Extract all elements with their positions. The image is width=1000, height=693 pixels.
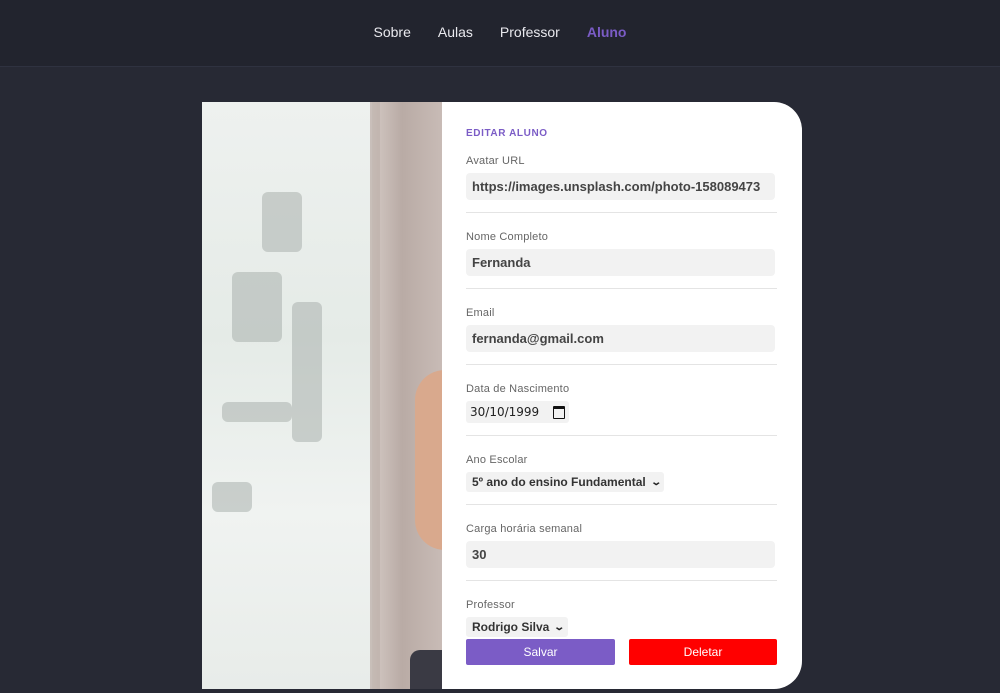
- school-year-field: Ano Escolar 5º ano do ensino Fundamental…: [466, 454, 777, 505]
- birth-date-value: 30/10/1999: [470, 405, 540, 419]
- nav-link-professor[interactable]: Professor: [500, 24, 560, 40]
- nav-link-aulas[interactable]: Aulas: [438, 24, 473, 40]
- photo-scribble: [292, 302, 322, 442]
- birth-date-input[interactable]: 30/10/1999: [466, 401, 570, 423]
- school-year-value: 5º ano do ensino Fundamental: [472, 475, 646, 489]
- nav-link-sobre[interactable]: Sobre: [374, 24, 411, 40]
- chevron-down-icon: ⌄: [650, 476, 662, 488]
- photo-wall-edge: [370, 102, 380, 689]
- nav-link-aluno[interactable]: Aluno: [587, 24, 627, 40]
- weekly-hours-label: Carga horária semanal: [466, 523, 583, 535]
- email-label: Email: [466, 307, 495, 319]
- weekly-hours-field: Carga horária semanal 30: [466, 523, 777, 581]
- school-year-select[interactable]: 5º ano do ensino Fundamental ⌄: [466, 472, 665, 492]
- whiteboard-photo: [202, 102, 442, 689]
- avatar-url-field: Avatar URL https://images.unsplash.com/p…: [466, 155, 777, 213]
- calendar-icon[interactable]: [553, 405, 566, 419]
- main-nav: Sobre Aulas Professor Aluno: [0, 24, 1000, 40]
- email-field: Email fernanda@gmail.com: [466, 307, 777, 365]
- photo-hand: [415, 370, 442, 550]
- photo-wall: [202, 102, 372, 689]
- email-input[interactable]: fernanda@gmail.com: [466, 325, 775, 352]
- full-name-input[interactable]: Fernanda: [466, 249, 775, 276]
- photo-scribble: [232, 272, 282, 342]
- weekly-hours-input[interactable]: 30: [466, 541, 775, 568]
- photo-scribble: [222, 402, 292, 422]
- chevron-down-icon: ⌄: [553, 621, 566, 633]
- avatar-url-input[interactable]: https://images.unsplash.com/photo-158089…: [466, 173, 775, 200]
- save-button[interactable]: Salvar: [466, 639, 615, 665]
- photo-shadow: [410, 650, 442, 689]
- full-name-field: Nome Completo Fernanda: [466, 231, 777, 289]
- teacher-label: Professor: [466, 599, 515, 611]
- edit-student-card: EDITAR ALUNO Avatar URL https://images.u…: [202, 102, 802, 689]
- teacher-value: Rodrigo Silva: [472, 620, 550, 634]
- form-title: EDITAR ALUNO: [466, 128, 548, 139]
- top-navbar: Sobre Aulas Professor Aluno: [0, 0, 1000, 67]
- birth-date-label: Data de Nascimento: [466, 383, 570, 395]
- delete-button[interactable]: Deletar: [629, 639, 777, 665]
- photo-scribble: [262, 192, 302, 252]
- avatar-url-label: Avatar URL: [466, 155, 525, 167]
- full-name-label: Nome Completo: [466, 231, 549, 243]
- form-actions: Salvar Deletar: [466, 639, 778, 665]
- teacher-select[interactable]: Rodrigo Silva ⌄: [466, 617, 568, 637]
- edit-student-form: EDITAR ALUNO Avatar URL https://images.u…: [466, 128, 777, 649]
- school-year-label: Ano Escolar: [466, 454, 528, 466]
- photo-scribble: [212, 482, 252, 512]
- birth-date-field: Data de Nascimento 30/10/1999: [466, 383, 777, 436]
